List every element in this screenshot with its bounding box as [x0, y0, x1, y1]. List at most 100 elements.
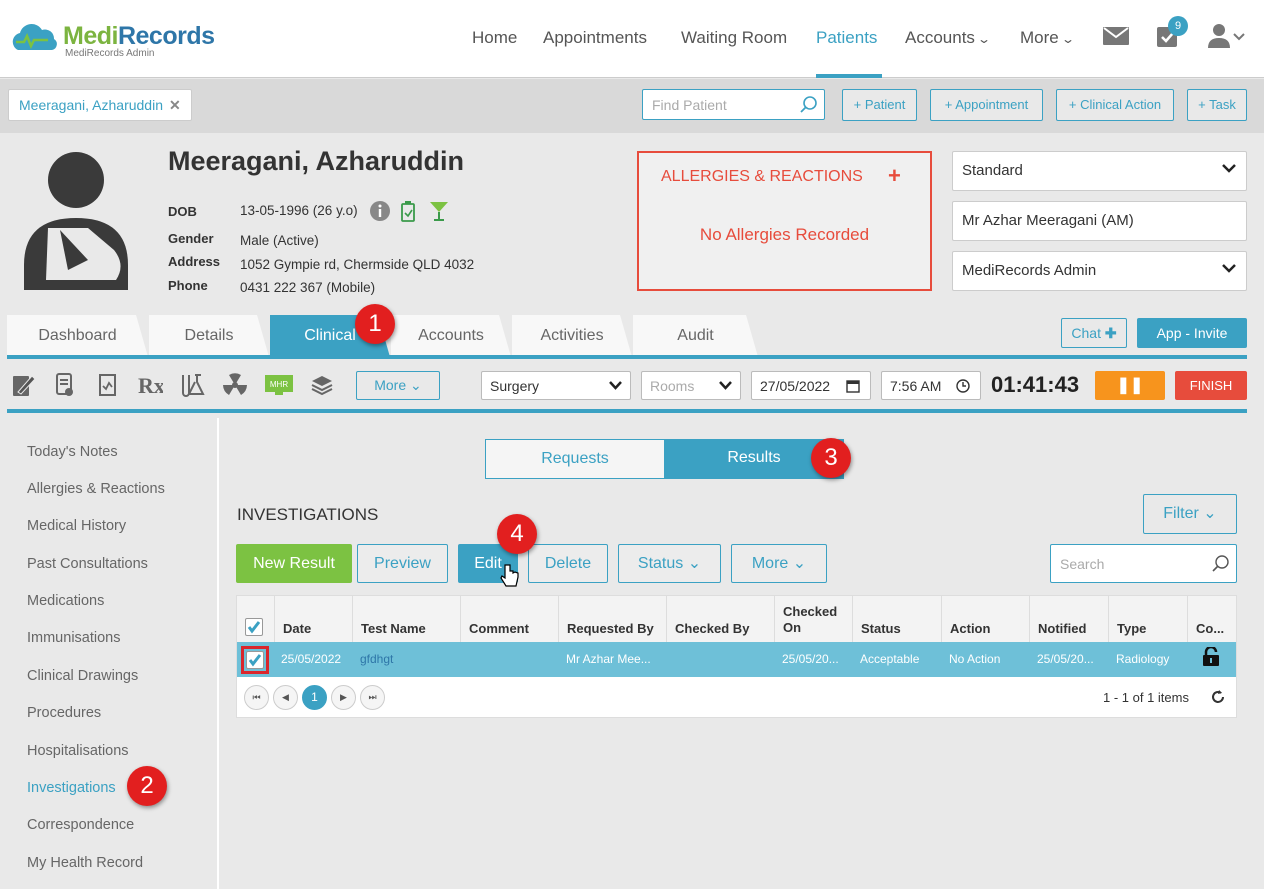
first-page-button[interactable]: ⏮ [244, 685, 269, 710]
app-invite-button[interactable]: App - Invite [1137, 318, 1247, 348]
column-action[interactable]: Action [941, 596, 1029, 642]
date-input[interactable]: 27/05/2022 [751, 371, 871, 400]
column-type[interactable]: Type [1108, 596, 1187, 642]
sidebar-item-my-health-record[interactable]: My Health Record [27, 855, 143, 871]
tab-details[interactable]: Details [149, 315, 269, 357]
row-type: Radiology [1116, 652, 1170, 666]
tab-accounts[interactable]: Accounts [391, 315, 511, 357]
user-menu[interactable] [1208, 22, 1248, 50]
nav-more[interactable]: More ⌄ [1020, 28, 1075, 48]
column-date[interactable]: Date [274, 596, 352, 642]
allergies-panel: ALLERGIES & REACTIONS + No Allergies Rec… [637, 151, 932, 291]
add-task-button[interactable]: + Task [1187, 89, 1247, 121]
select-all-checkbox[interactable] [245, 618, 263, 636]
nav-home[interactable]: Home [472, 28, 517, 48]
billing-select[interactable]: Standard [952, 151, 1247, 191]
document-icon[interactable] [52, 372, 78, 398]
status-dropdown[interactable]: Status ⌄ [618, 544, 721, 583]
tab-activities[interactable]: Activities [512, 315, 632, 357]
rooms-select[interactable]: Rooms [641, 371, 741, 400]
more-tools-button[interactable]: More ⌄ [356, 371, 440, 400]
requests-toggle[interactable]: Requests [485, 439, 665, 479]
next-page-button[interactable]: ▶ [331, 685, 356, 710]
tab-dashboard[interactable]: Dashboard [7, 315, 148, 357]
unlock-icon[interactable] [1202, 647, 1220, 667]
pause-button[interactable]: ❚❚ [1095, 371, 1165, 400]
results-search-input[interactable]: Search [1050, 544, 1237, 583]
column-notified[interactable]: Notified [1029, 596, 1108, 642]
investigations-title: INVESTIGATIONS [237, 505, 379, 524]
svg-text:Rx: Rx [138, 373, 163, 398]
nav-appointments[interactable]: Appointments [543, 28, 647, 48]
column-comment[interactable]: Comment [460, 596, 558, 642]
cocktail-icon[interactable] [428, 200, 450, 222]
column-checked-on[interactable]: Checked On [774, 596, 852, 642]
sidebar-item-todays-notes[interactable]: Today's Notes [27, 444, 118, 460]
refresh-icon[interactable] [1210, 689, 1226, 705]
chat-button[interactable]: Chat ✚ [1061, 318, 1127, 348]
battery-icon[interactable] [400, 200, 416, 222]
sidebar-item-past-consultations[interactable]: Past Consultations [27, 556, 148, 572]
nav-waiting-room[interactable]: Waiting Room [681, 28, 787, 48]
sidebar-item-allergies[interactable]: Allergies & Reactions [27, 481, 165, 497]
calendar-icon[interactable] [846, 379, 860, 393]
add-appointment-button[interactable]: + Appointment [930, 89, 1043, 121]
sidebar-item-correspondence[interactable]: Correspondence [27, 817, 134, 833]
report-icon[interactable] [95, 372, 121, 398]
select-all-header[interactable] [237, 596, 274, 642]
nav-accounts[interactable]: Accounts ⌄ [905, 28, 991, 48]
finish-button[interactable]: FINISH [1175, 371, 1247, 400]
column-checked-by[interactable]: Checked By [666, 596, 774, 642]
notes-icon[interactable] [10, 372, 36, 398]
page-1-button[interactable]: 1 [302, 685, 327, 710]
top-navigation: MediRecords MediRecords Admin Home Appoi… [0, 0, 1264, 78]
filter-button[interactable]: Filter ⌄ [1143, 494, 1237, 534]
tab-audit[interactable]: Audit [633, 315, 758, 357]
sidebar-item-immunisations[interactable]: Immunisations [27, 630, 120, 646]
sidebar-item-clinical-drawings[interactable]: Clinical Drawings [27, 668, 138, 684]
radiation-icon[interactable] [222, 372, 248, 398]
practice-select[interactable]: MediRecords Admin [952, 251, 1247, 291]
lab-flask-icon[interactable] [179, 372, 205, 398]
more-actions-dropdown[interactable]: More ⌄ [731, 544, 827, 583]
mail-icon[interactable] [1103, 27, 1129, 45]
sidebar-item-medical-history[interactable]: Medical History [27, 518, 126, 534]
delete-button[interactable]: Delete [528, 544, 608, 583]
location-select[interactable]: Surgery [481, 371, 631, 400]
row-test-name-link[interactable]: gfdhgt [360, 652, 393, 666]
practitioner-field[interactable]: Mr Azhar Meeragani (AM) [952, 201, 1247, 241]
search-icon[interactable] [1212, 555, 1230, 573]
time-input[interactable]: 7:56 AM [881, 371, 981, 400]
dob-label: DOB [168, 204, 197, 219]
find-patient-input[interactable]: Find Patient [642, 89, 825, 120]
nav-patients[interactable]: Patients [816, 28, 877, 48]
column-test-name[interactable]: Test Name [352, 596, 460, 642]
column-requested-by[interactable]: Requested By [558, 596, 666, 642]
prev-page-button[interactable]: ◀ [273, 685, 298, 710]
open-patient-tab[interactable]: Meeragani, Azharuddin ✕ [8, 89, 192, 121]
add-clinical-action-button[interactable]: + Clinical Action [1056, 89, 1174, 121]
chevron-down-icon [1222, 263, 1236, 273]
column-confidential[interactable]: Co... [1187, 596, 1236, 642]
add-allergy-button[interactable]: + [888, 163, 901, 189]
app-logo-text[interactable]: MediRecords [63, 22, 215, 51]
last-page-button[interactable]: ⏭ [360, 685, 385, 710]
preview-button[interactable]: Preview [357, 544, 448, 583]
sidebar-item-hospitalisations[interactable]: Hospitalisations [27, 743, 129, 759]
sidebar-item-procedures[interactable]: Procedures [27, 705, 101, 721]
my-health-record-icon[interactable]: MHR [264, 372, 294, 398]
row-checkbox[interactable] [246, 651, 264, 669]
prescription-icon[interactable]: Rx [137, 372, 163, 398]
layers-icon[interactable] [309, 372, 335, 398]
new-result-button[interactable]: New Result [236, 544, 352, 583]
column-status[interactable]: Status [852, 596, 941, 642]
close-icon[interactable]: ✕ [169, 97, 181, 113]
patient-avatar [16, 150, 136, 292]
sidebar-item-medications[interactable]: Medications [27, 593, 104, 609]
add-patient-button[interactable]: + Patient [842, 89, 917, 121]
clock-icon[interactable] [956, 379, 970, 393]
search-icon[interactable] [800, 96, 818, 114]
row-action: No Action [949, 652, 1001, 666]
info-icon[interactable] [370, 201, 390, 221]
sidebar-item-investigations[interactable]: Investigations [27, 780, 116, 796]
